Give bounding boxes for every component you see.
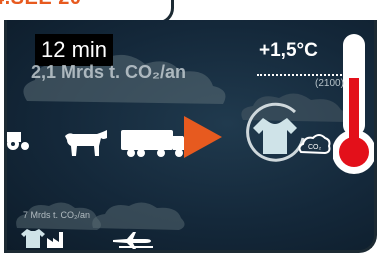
thermometer-icon [333,34,374,174]
truck-icon [121,130,187,157]
emission-value: 2,1 Mrds t. CO₂/an [31,62,187,82]
arrow-right-icon [184,116,222,158]
clothes-factory-icon [21,229,63,248]
cow-icon [65,130,107,156]
airplane-icon [113,232,153,249]
temperature-threshold-line [257,74,365,76]
secondary-emission-value: 7 Mrds t. CO₂/an [23,210,91,220]
co2-cloud-icon: CO₂ [298,134,331,155]
video-frame: 12 min 2,1 Mrds t. CO₂/an CO₂ +1,5°C (21… [0,20,377,255]
header-code: 4.SEE 20 [0,0,82,10]
timestamp: 12 min [41,37,108,62]
co2-bubble-text: CO₂ [308,144,322,151]
temperature-value: +1,5°C [259,40,318,61]
cloud-small-right [92,202,185,230]
video-screen[interactable]: 12 min 2,1 Mrds t. CO₂/an CO₂ +1,5°C (21… [4,20,377,253]
temperature-year: (2100) [315,78,344,89]
tractor-icon [7,132,29,150]
